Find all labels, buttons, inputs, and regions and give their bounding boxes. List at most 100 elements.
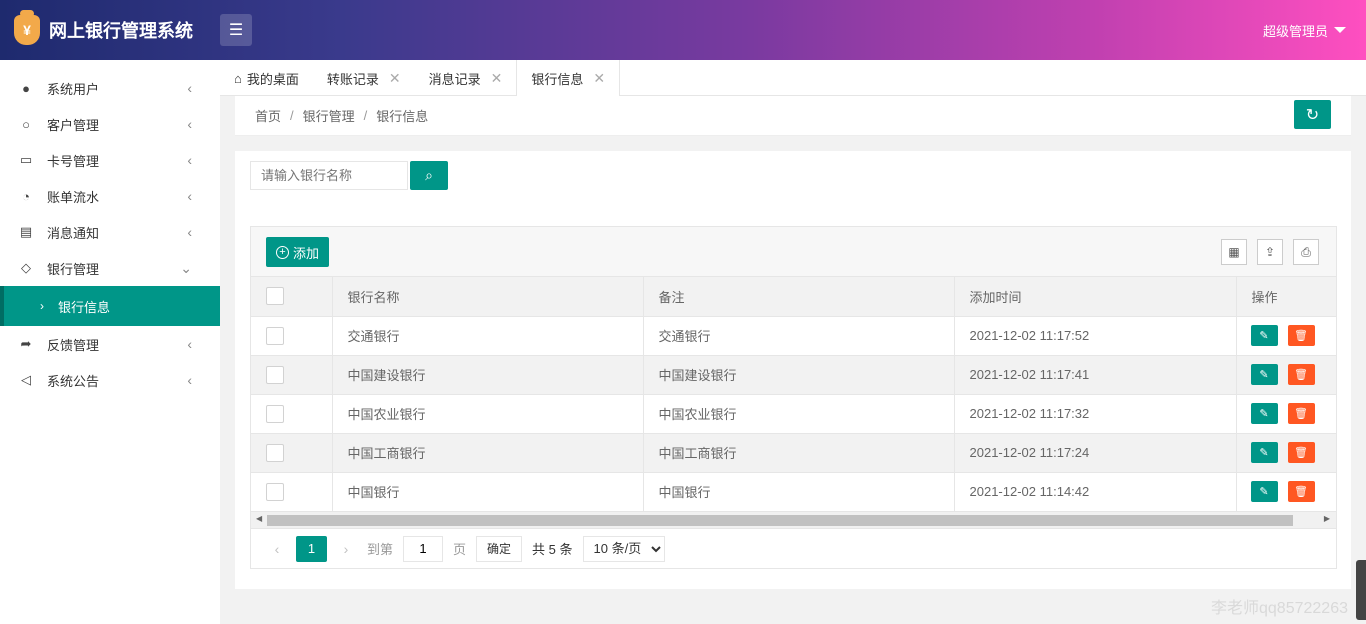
- tab-label: 转账记录: [326, 71, 379, 87]
- sidebar-item-announcements[interactable]: ◁ 系统公告 ‹: [0, 362, 220, 398]
- pencil-icon: ✎: [1259, 408, 1269, 420]
- chevron-down-icon: ⌄: [180, 259, 192, 276]
- tab-label: 我的桌面: [246, 71, 299, 87]
- trash-icon: 🗑: [1294, 486, 1308, 498]
- user-icon: ●: [22, 80, 30, 96]
- page-size-select[interactable]: 10 条/页: [582, 535, 665, 562]
- table-row: 中国农业银行 中国农业银行 2021-12-02 11:17:32 ✎ 🗑: [251, 394, 1337, 434]
- close-icon[interactable]: ✕: [491, 70, 503, 87]
- delete-button[interactable]: 🗑: [1287, 442, 1315, 463]
- prev-page-icon[interactable]: ‹: [266, 541, 288, 557]
- delete-button[interactable]: 🗑: [1287, 325, 1315, 346]
- bank-name-cell: 中国农业银行: [332, 394, 644, 434]
- note-cell: 中国建设银行: [643, 355, 955, 395]
- side-panel-handle[interactable]: [1356, 560, 1366, 620]
- sidebar-item-feedback[interactable]: ➦ 反馈管理 ‹: [0, 326, 220, 362]
- user-menu[interactable]: 超级管理员: [1263, 0, 1346, 60]
- search-icon: ⌕: [425, 167, 433, 183]
- scroll-left-icon[interactable]: ◀: [256, 514, 262, 523]
- sidebar-item-label: 消息通知: [47, 225, 100, 241]
- tab-desktop[interactable]: ⌂ 我的桌面: [220, 60, 313, 96]
- sidebar-item-cards[interactable]: ▭ 卡号管理 ‹: [0, 142, 220, 178]
- current-page[interactable]: 1: [296, 535, 327, 562]
- sidebar-item-label: 系统公告: [47, 373, 100, 389]
- column-header: 添加时间: [954, 277, 1237, 317]
- delete-button[interactable]: 🗑: [1287, 364, 1315, 385]
- refresh-button[interactable]: ↻: [1294, 100, 1331, 129]
- row-checkbox[interactable]: [266, 404, 284, 423]
- delete-button[interactable]: 🗑: [1287, 403, 1315, 424]
- sidebar-item-bills[interactable]: ◔ 账单流水 ‹: [0, 178, 220, 214]
- close-icon[interactable]: ✕: [389, 70, 401, 87]
- card-icon: ▭: [19, 152, 33, 167]
- pencil-icon: ✎: [1259, 369, 1269, 381]
- breadcrumb-current: 银行信息: [376, 109, 429, 124]
- edit-button[interactable]: ✎: [1250, 403, 1278, 424]
- row-checkbox[interactable]: [266, 326, 284, 345]
- sidebar-subitem-bank-info[interactable]: › 银行信息: [0, 286, 220, 326]
- select-cell: [251, 433, 333, 473]
- speaker-icon: ◁: [21, 372, 31, 387]
- tab-message-records[interactable]: 消息记录 ✕: [415, 60, 517, 96]
- sidebar-item-bank-management[interactable]: ◇ 银行管理 ⌄: [0, 250, 220, 286]
- sidebar-item-customers[interactable]: ○ 客户管理 ‹: [0, 106, 220, 142]
- edit-button[interactable]: ✎: [1250, 481, 1278, 502]
- bank-name-cell: 中国建设银行: [332, 355, 644, 395]
- tab-bar: ⌂ 我的桌面 转账记录 ✕ 消息记录 ✕ 银行信息 ✕: [220, 60, 1366, 97]
- time-cell: 2021-12-02 11:17:24: [954, 433, 1237, 473]
- breadcrumb: 首页 / 银行管理 / 银行信息 ↻: [235, 96, 1351, 136]
- app-title: 网上银行管理系统: [49, 21, 193, 41]
- add-button[interactable]: + 添加: [266, 237, 330, 267]
- select-cell: [251, 316, 333, 356]
- scroll-right-icon[interactable]: ▶: [1324, 514, 1330, 523]
- time-cell: 2021-12-02 11:14:42: [954, 472, 1237, 512]
- breadcrumb-home[interactable]: 首页: [255, 106, 281, 125]
- actions-cell: ✎ 🗑: [1236, 472, 1337, 512]
- trash-icon: 🗑: [1294, 330, 1308, 342]
- sidebar-item-system-users[interactable]: ● 系统用户 ‹: [0, 70, 220, 106]
- sidebar-item-messages[interactable]: ▤ 消息通知 ‹: [0, 214, 220, 250]
- bank-name-cell: 交通银行: [332, 316, 644, 356]
- sidebar-item-label: 反馈管理: [47, 337, 100, 353]
- print-icon[interactable]: ⎙: [1293, 239, 1319, 265]
- scrollbar-thumb[interactable]: [267, 514, 1293, 526]
- edit-button[interactable]: ✎: [1250, 442, 1278, 463]
- data-table: + 添加 ▦ ⇪ ⎙ 银行名称 备注 添加时间 操作 交通银行 交通银行 202…: [250, 226, 1337, 569]
- search-input[interactable]: [250, 161, 408, 190]
- bank-name-cell: 中国工商银行: [332, 433, 644, 473]
- hamburger-icon[interactable]: ☰: [220, 14, 252, 46]
- search-button[interactable]: ⌕: [410, 161, 448, 190]
- actions-cell: ✎ 🗑: [1236, 355, 1337, 395]
- table-row: 交通银行 交通银行 2021-12-02 11:17:52 ✎ 🗑: [251, 316, 1337, 356]
- bank-name-cell: 中国银行: [332, 472, 644, 512]
- table-row: 中国工商银行 中国工商银行 2021-12-02 11:17:24 ✎ 🗑: [251, 433, 1337, 473]
- row-checkbox[interactable]: [266, 443, 284, 462]
- chevron-left-icon: ‹: [187, 336, 192, 352]
- delete-button[interactable]: 🗑: [1287, 481, 1315, 502]
- watermark: 李老师qq85722263: [1211, 600, 1348, 617]
- edit-button[interactable]: ✎: [1250, 325, 1278, 346]
- goto-confirm-button[interactable]: 确定: [476, 535, 523, 562]
- columns-filter-icon[interactable]: ▦: [1221, 239, 1247, 265]
- horizontal-scrollbar[interactable]: ◀ ▶: [251, 511, 1336, 529]
- add-button-label: 添加: [293, 245, 320, 261]
- next-page-icon[interactable]: ›: [335, 541, 357, 557]
- select-all-cell: [251, 277, 333, 317]
- top-header: ¥ 网上银行管理系统 ☰ 超级管理员: [0, 0, 1366, 60]
- row-checkbox[interactable]: [266, 482, 284, 501]
- edit-button[interactable]: ✎: [1250, 364, 1278, 385]
- tab-transfer-records[interactable]: 转账记录 ✕: [313, 60, 415, 96]
- tab-label: 消息记录: [428, 71, 481, 87]
- goto-page-input[interactable]: [403, 535, 444, 562]
- table-toolbar: + 添加 ▦ ⇪ ⎙: [251, 227, 1336, 277]
- content-card: ⌕ + 添加 ▦ ⇪ ⎙ 银行名称 备注 添加时间 操作: [235, 151, 1351, 589]
- row-checkbox[interactable]: [266, 365, 284, 384]
- home-icon: ⌂: [234, 70, 242, 86]
- close-icon[interactable]: ✕: [593, 70, 605, 87]
- export-icon[interactable]: ⇪: [1257, 239, 1283, 265]
- tab-bank-info[interactable]: 银行信息 ✕: [516, 60, 621, 97]
- box-icon: ◇: [21, 260, 31, 275]
- table-row: 中国银行 中国银行 2021-12-02 11:14:42 ✎ 🗑: [251, 472, 1337, 512]
- select-all-checkbox[interactable]: [266, 287, 284, 306]
- breadcrumb-bank-management[interactable]: 银行管理: [303, 106, 355, 125]
